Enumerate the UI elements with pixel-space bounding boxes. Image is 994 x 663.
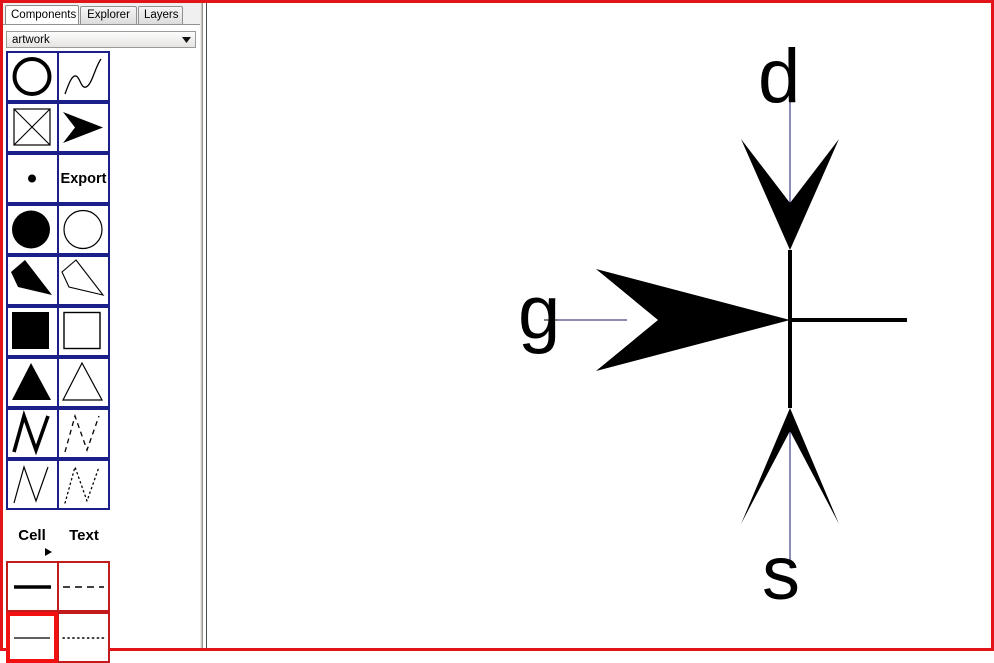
tabbar-underline: [3, 24, 203, 25]
palette-item-solid-thick-line[interactable]: [6, 561, 58, 612]
palette-row: [6, 612, 110, 663]
dot-icon: [28, 174, 36, 183]
outline-triangle-icon: [62, 361, 104, 401]
outline-polygon-icon: [61, 259, 105, 296]
palette-item-filled-triangle[interactable]: [6, 357, 58, 408]
outline-square-icon: [63, 311, 101, 350]
terminal-label-source[interactable]: s: [762, 536, 800, 612]
solid-thin-line-icon: [14, 637, 50, 639]
palette-row: Cell Text: [6, 510, 110, 561]
export-label: Export: [60, 170, 107, 187]
tab-explorer[interactable]: Explorer: [80, 6, 137, 24]
palette-item-text[interactable]: Text: [58, 510, 110, 561]
palette-row: [6, 306, 110, 357]
dock-splitter[interactable]: [200, 3, 203, 648]
palette-row: [6, 102, 110, 153]
dock-tabbar: Components Explorer Layers: [3, 3, 203, 25]
palette-item-thick-zigzag[interactable]: [6, 408, 58, 459]
chevron-down-icon[interactable]: [178, 33, 194, 46]
palette-row: [6, 255, 110, 306]
library-select[interactable]: artwork: [6, 31, 196, 48]
thick-zigzag-icon: [12, 410, 50, 456]
crossed-box-icon: [13, 108, 51, 146]
circle-outline-thick-icon: [12, 57, 52, 96]
palette-item-export[interactable]: Export: [58, 153, 110, 204]
filled-triangle-icon: [12, 363, 51, 400]
palette-item-freehand-curve[interactable]: [58, 51, 110, 102]
dotted-zigzag-icon: [64, 464, 100, 504]
palette-item-thin-zigzag[interactable]: [6, 459, 58, 510]
palette-item-filled-arrowhead[interactable]: [58, 102, 110, 153]
palette-item-crossed-box[interactable]: [6, 102, 58, 153]
palette-row: [6, 408, 110, 459]
schematic-canvas[interactable]: d g s: [206, 3, 991, 648]
filled-polygon-icon: [11, 260, 52, 295]
expand-arrow-icon[interactable]: [45, 548, 52, 556]
dashed-zigzag-icon: [64, 413, 100, 453]
palette-item-outline-circle[interactable]: [58, 204, 110, 255]
terminal-label-gate[interactable]: g: [518, 275, 560, 351]
palette-item-dot[interactable]: [6, 153, 58, 204]
palette-item-filled-square[interactable]: [6, 306, 58, 357]
palette-item-cell[interactable]: Cell: [6, 510, 58, 561]
palette-item-filled-circle[interactable]: [6, 204, 58, 255]
component-palette[interactable]: Export Cell Text: [6, 51, 110, 663]
palette-row: [6, 204, 110, 255]
freehand-curve-icon: [64, 58, 102, 95]
palette-item-dotted-zigzag[interactable]: [58, 459, 110, 510]
palette-item-dashed-line[interactable]: [58, 561, 110, 612]
filled-square-icon: [12, 312, 49, 349]
palette-item-outline-polygon[interactable]: [58, 255, 110, 306]
dotted-line-icon: [62, 637, 105, 639]
palette-row: Export: [6, 153, 110, 204]
palette-item-dotted-line[interactable]: [58, 612, 110, 663]
palette-item-solid-thin-line-selected[interactable]: [6, 612, 58, 663]
dashed-line-icon: [63, 586, 104, 588]
outline-circle-icon: [63, 209, 103, 250]
application-window: Components Explorer Layers artwork Expor…: [0, 0, 994, 663]
transistor-symbol-drawing: [544, 89, 907, 568]
palette-row: [6, 561, 110, 612]
palette-row: [6, 459, 110, 510]
palette-item-filled-polygon[interactable]: [6, 255, 58, 306]
filled-circle-icon: [12, 210, 50, 249]
solid-thick-line-icon: [14, 585, 51, 589]
palette-row: [6, 51, 110, 102]
palette-item-circle-outline-thick[interactable]: [6, 51, 58, 102]
palette-item-outline-triangle[interactable]: [58, 357, 110, 408]
palette-row: [6, 357, 110, 408]
terminal-label-drain[interactable]: d: [758, 39, 800, 115]
tab-components[interactable]: Components: [5, 5, 79, 24]
palette-item-outline-square[interactable]: [58, 306, 110, 357]
left-dock-panel: Components Explorer Layers artwork Expor…: [3, 3, 203, 663]
thin-zigzag-icon: [13, 465, 49, 504]
library-select-value: artwork: [12, 34, 50, 46]
tab-layers[interactable]: Layers: [138, 6, 183, 24]
text-label: Text: [69, 527, 99, 544]
palette-item-dashed-zigzag[interactable]: [58, 408, 110, 459]
filled-arrowhead-icon: [63, 112, 103, 143]
